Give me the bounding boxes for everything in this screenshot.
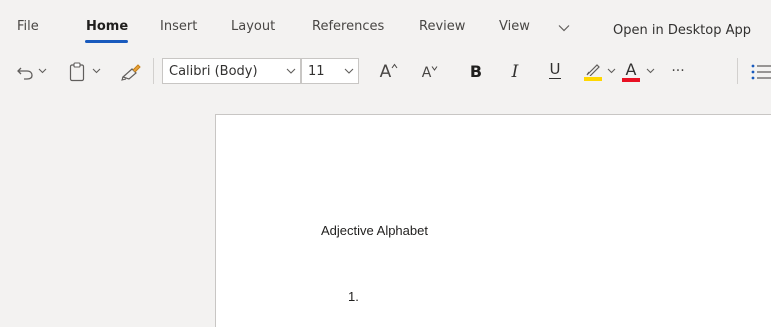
highlighter-icon xyxy=(586,63,600,76)
document-page[interactable]: Adjective Alphabet 1. xyxy=(215,114,771,327)
caret-down-icon xyxy=(431,66,438,71)
bullet-list-icon xyxy=(751,64,771,80)
font-name-value: Calibri (Body) xyxy=(169,63,258,79)
more-tabs-button[interactable] xyxy=(556,22,572,34)
undo-icon xyxy=(17,67,33,80)
font-color-dropdown[interactable] xyxy=(645,66,655,76)
tab-view[interactable]: View xyxy=(499,19,530,35)
active-tab-indicator xyxy=(85,40,128,43)
more-options-button[interactable]: ··· xyxy=(664,60,692,82)
chevron-down-icon xyxy=(92,68,100,74)
open-in-desktop-app-button[interactable]: Open in Desktop App xyxy=(613,23,751,39)
tab-layout[interactable]: Layout xyxy=(231,19,275,35)
highlight-dropdown[interactable] xyxy=(606,66,616,76)
clipboard-icon xyxy=(69,62,85,82)
toolbar-separator xyxy=(737,58,738,84)
font-name-dropdown[interactable] xyxy=(282,68,300,74)
grow-font-label: A xyxy=(379,62,392,82)
tab-file[interactable]: File xyxy=(17,19,39,35)
home-ribbon-toolbar: Calibri (Body) 11 A A B I U A ··· xyxy=(0,52,771,90)
font-size-dropdown[interactable] xyxy=(340,68,358,74)
highlight-button[interactable] xyxy=(582,60,604,82)
bold-label: B xyxy=(469,62,483,81)
font-name-select[interactable]: Calibri (Body) xyxy=(162,58,301,84)
font-size-value: 11 xyxy=(308,63,325,79)
chevron-down-icon xyxy=(607,68,615,74)
chevron-down-icon xyxy=(558,25,570,32)
bullets-button[interactable] xyxy=(750,62,771,82)
shrink-font-label: A xyxy=(421,65,432,81)
tab-home[interactable]: Home xyxy=(86,19,128,35)
bold-button[interactable]: B xyxy=(466,60,486,82)
underline-button[interactable]: U xyxy=(544,60,566,82)
tab-references[interactable]: References xyxy=(312,19,384,35)
chevron-down-icon xyxy=(344,68,354,74)
document-title-text[interactable]: Adjective Alphabet xyxy=(321,223,428,238)
paste-button[interactable] xyxy=(67,61,87,83)
underline-bar xyxy=(549,78,561,79)
undo-dropdown[interactable] xyxy=(37,66,47,76)
chevron-down-icon xyxy=(286,68,296,74)
format-painter-icon xyxy=(121,64,141,81)
font-color-swatch xyxy=(622,77,640,82)
list-item-number[interactable]: 1. xyxy=(348,289,359,304)
font-color-button[interactable]: A xyxy=(620,60,642,82)
caret-up-icon xyxy=(391,63,398,69)
chevron-down-icon xyxy=(38,68,46,74)
highlight-color-swatch xyxy=(584,76,602,81)
chevron-down-icon xyxy=(646,68,654,74)
format-painter-button[interactable] xyxy=(119,61,143,83)
font-size-select[interactable]: 11 xyxy=(301,58,359,84)
tab-review[interactable]: Review xyxy=(419,19,465,35)
undo-button[interactable] xyxy=(14,62,36,82)
shrink-font-button[interactable]: A xyxy=(418,60,442,82)
grow-font-button[interactable]: A xyxy=(376,60,402,82)
italic-button[interactable]: I xyxy=(505,60,525,82)
font-color-label: A xyxy=(625,59,637,79)
ribbon-tab-bar: File Home Insert Layout References Revie… xyxy=(0,0,771,52)
italic-label: I xyxy=(511,62,519,82)
underline-label: U xyxy=(549,60,561,78)
toolbar-separator xyxy=(153,58,154,84)
tab-insert[interactable]: Insert xyxy=(160,19,197,35)
paste-dropdown[interactable] xyxy=(91,66,101,76)
